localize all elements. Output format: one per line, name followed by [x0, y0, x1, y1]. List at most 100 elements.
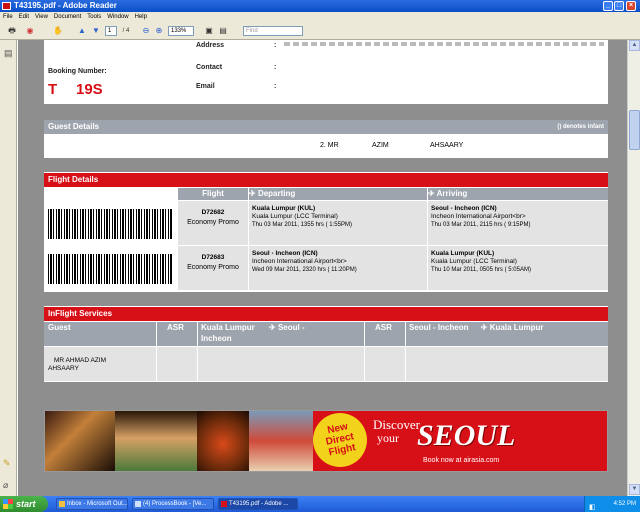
departing-terminal: Kuala Lumpur (LCC Terminal)	[252, 213, 338, 220]
hanbok-photo	[115, 411, 197, 471]
col-asr-2: ASR	[365, 322, 405, 346]
menu-document[interactable]: Document	[51, 12, 84, 22]
segment-1-to-line2: Incheon	[201, 334, 232, 343]
guest-details-header: Guest Details () denotes infant	[44, 120, 608, 134]
booking-number-start: T	[48, 81, 58, 98]
menu-edit[interactable]: Edit	[16, 12, 32, 22]
plane-icon: ✈	[269, 323, 276, 332]
ad-cta[interactable]: Book now at airasia.com	[423, 457, 499, 464]
print-icon[interactable]: 🖶	[6, 25, 18, 37]
pages-icon[interactable]: ▤	[4, 48, 13, 59]
inflight-header: InFlight Services	[44, 307, 608, 321]
col-departing-header: ✈ Departing	[249, 188, 427, 200]
menu-file[interactable]: File	[0, 12, 16, 22]
asr-cell	[157, 347, 197, 381]
fit-page-icon[interactable]: ▣	[203, 25, 215, 37]
arriving-city: Seoul - Incheon (ICN)	[431, 205, 497, 212]
network-icon[interactable]: ◧	[589, 500, 596, 516]
barcode-cell	[44, 246, 177, 290]
address-label: Address	[196, 42, 225, 49]
plane-icon: ✈	[249, 189, 256, 198]
window-title: T43195.pdf - Adobe Reader	[14, 1, 117, 10]
document-viewport: Address : Contact : Email : Booking Numb…	[18, 40, 627, 496]
departing-terminal: Incheon International Airport<br>	[252, 258, 347, 265]
previous-page-icon[interactable]: ▲	[76, 25, 88, 37]
departing-city: Seoul - Incheon (ICN)	[252, 250, 318, 257]
segment-1-from: Kuala Lumpur	[201, 323, 255, 332]
col-segment-2: Seoul - Incheon ✈ Kuala Lumpur	[406, 322, 608, 346]
task-processbook[interactable]: (4) ProcessBook - [Ve...	[132, 498, 214, 510]
asr-2-cell	[365, 347, 405, 381]
city-photo	[45, 411, 115, 471]
fit-width-icon[interactable]: ▤	[217, 25, 229, 37]
scroll-down-icon[interactable]: ▼	[629, 484, 640, 495]
page-total: / 4	[122, 28, 130, 34]
clock[interactable]: 4:52 PM	[614, 501, 636, 507]
menu-window[interactable]: Window	[104, 12, 131, 22]
flight-details-header: Flight Details	[44, 173, 608, 187]
departing-time: Wed 09 Mar 2011, 2320 hrs ( 11:20PM)	[252, 267, 357, 273]
next-page-icon[interactable]: ▼	[90, 25, 102, 37]
pdf-page: Address : Contact : Email : Booking Numb…	[18, 40, 627, 496]
segment-1-to: Seoul -	[277, 323, 305, 332]
find-input[interactable]: Find	[243, 26, 303, 36]
windows-taskbar: start Inbox - Microsoft Out... (4) Proce…	[0, 496, 640, 512]
page-number-input[interactable]: 1	[105, 26, 117, 36]
close-button[interactable]: ×	[626, 1, 636, 11]
seoul-ad-banner[interactable]: New Direct Flight Discover your SEOUL Bo…	[44, 407, 608, 473]
task-adobe-label: T43195.pdf - Adobe ...	[229, 501, 289, 507]
guest-name-line2: AHSAARY	[48, 365, 79, 372]
task-adobe-reader[interactable]: T43195.pdf - Adobe ...	[218, 498, 298, 510]
col-departing: Departing	[257, 189, 296, 198]
toolbar: 🖶 ◉ ✋ ▲ ▼ 1 / 4 ⊖ ⊕ 133% ▣ ▤ Find	[0, 22, 640, 40]
col-flight: Flight	[178, 188, 248, 200]
start-label: start	[16, 499, 36, 509]
barcode	[48, 209, 172, 239]
comments-icon[interactable]: ✎	[3, 458, 11, 469]
col-guest: Guest	[44, 322, 156, 346]
scroll-up-icon[interactable]: ▲	[629, 40, 640, 51]
attachments-icon[interactable]: ⌀	[3, 480, 8, 491]
address-colon: :	[274, 42, 277, 49]
adobe-reader-icon	[2, 2, 11, 10]
arriving-city: Kuala Lumpur (KUL)	[431, 250, 495, 257]
segment-2-cell	[406, 347, 608, 381]
ad-seoul: SEOUL	[417, 419, 516, 452]
zoom-out-icon[interactable]: ⊖	[140, 25, 152, 37]
zoom-input[interactable]: 133%	[168, 26, 194, 36]
menu-help[interactable]: Help	[132, 12, 150, 22]
departing-cell: Kuala Lumpur (KUL) Kuala Lumpur (LCC Ter…	[249, 201, 427, 245]
create-pdf-icon[interactable]: ◉	[24, 25, 36, 37]
maximize-button[interactable]: □	[614, 1, 624, 11]
contact-label: Contact	[196, 64, 223, 71]
barcode	[48, 254, 172, 284]
menu-view[interactable]: View	[32, 12, 51, 22]
col-segment-1: Kuala Lumpur ✈ Seoul - Incheon	[198, 322, 364, 346]
arriving-time: Thu 10 Mar 2011, 0505 hrs ( 5:05AM)	[431, 267, 531, 273]
departing-cell: Seoul - Incheon (ICN) Incheon Internatio…	[249, 246, 427, 290]
task-outlook[interactable]: Inbox - Microsoft Out...	[56, 498, 128, 510]
guest-first-name: AZIM	[372, 142, 389, 149]
guest-name-cell: MR AHMAD AZIM AHSAARY	[44, 347, 156, 381]
hand-tool-icon[interactable]: ✋	[52, 25, 64, 37]
vertical-scrollbar[interactable]: ▲ ▼	[627, 40, 640, 496]
start-button[interactable]: start	[0, 496, 48, 512]
col-arriving: Arriving	[436, 189, 468, 198]
menu-bar: File Edit View Document Tools Window Help	[0, 12, 640, 22]
system-tray: ◧ 4:52 PM	[584, 496, 640, 512]
task-processbook-label: (4) ProcessBook - [Ve...	[143, 501, 207, 507]
food-photo	[197, 411, 249, 471]
arriving-time: Thu 03 Mar 2011, 2115 hrs ( 9:15PM)	[431, 222, 531, 228]
zoom-in-icon[interactable]: ⊕	[153, 25, 165, 37]
adobe-reader-task-icon	[221, 501, 227, 507]
segment-2-to: Kuala Lumpur	[489, 323, 544, 332]
arriving-terminal: Kuala Lumpur (LCC Terminal)	[431, 258, 517, 265]
menu-tools[interactable]: Tools	[84, 12, 104, 22]
minimize-button[interactable]: _	[603, 1, 613, 11]
processbook-icon	[135, 501, 141, 507]
scroll-thumb[interactable]	[629, 110, 640, 150]
arriving-cell: Kuala Lumpur (KUL) Kuala Lumpur (LCC Ter…	[428, 246, 608, 290]
guest-number: 2. MR	[320, 142, 339, 149]
segment-2-from: Seoul - Incheon	[409, 323, 469, 332]
address-redacted	[284, 42, 604, 46]
